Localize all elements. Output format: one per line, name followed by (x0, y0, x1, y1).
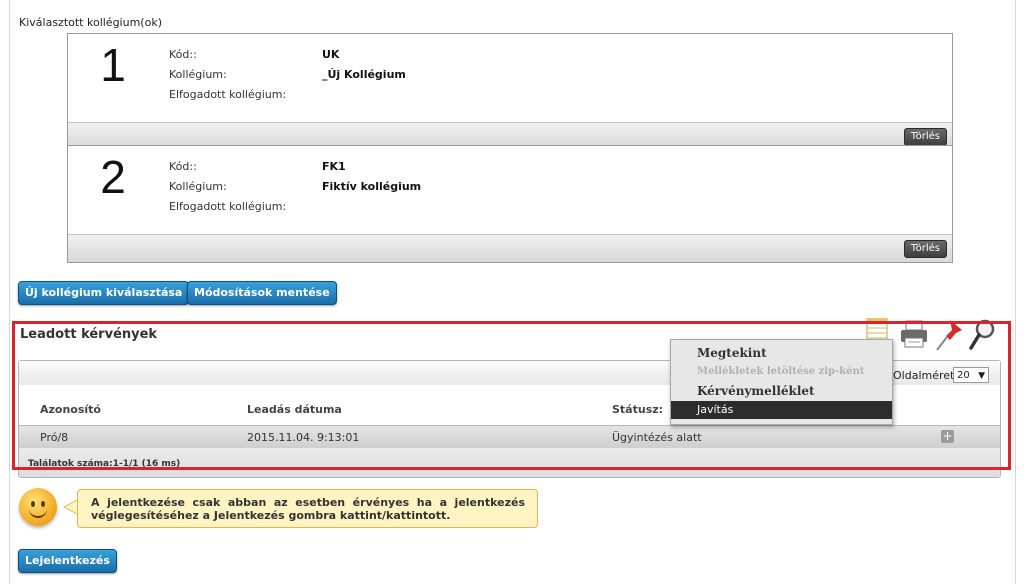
accepted-college-label: Elfogadott kollégium: (169, 200, 287, 213)
college-number: 2 (100, 151, 126, 203)
smiley-icon (19, 488, 57, 526)
context-menu: Megtekint Mellékletek letöltése zip-ként… (670, 339, 893, 425)
selected-colleges-title: Kiválasztott kollégium(ok) (19, 16, 162, 29)
code-label: Kód:: (169, 160, 197, 173)
college-card: 1 Kód:: UK Kollégium: _Új Kollégium Elfo… (67, 33, 953, 151)
code-value: FK1 (322, 160, 346, 173)
college-card-footer: Törlés (68, 234, 952, 262)
college-value: Fiktív kollégium (322, 180, 422, 193)
college-value: _Új Kollégium (322, 68, 406, 81)
submit-application-button[interactable]: Lejelentkezés (18, 549, 117, 573)
menu-item-attachment[interactable]: Kérvénymelléklet (671, 382, 892, 400)
college-label: Kollégium: (169, 68, 227, 81)
code-label: Kód:: (169, 48, 197, 61)
left-frame-border (9, 0, 10, 584)
new-college-button[interactable]: Új kollégium kiválasztása (18, 281, 190, 305)
college-label: Kollégium: (169, 180, 227, 193)
right-frame-border (1015, 0, 1016, 584)
code-value: UK (322, 48, 340, 61)
save-changes-button[interactable]: Módosítások mentése (187, 281, 337, 305)
college-card: 2 Kód:: FK1 Kollégium: Fiktív kollégium … (67, 145, 953, 263)
college-number: 1 (100, 39, 126, 91)
menu-item-download-zip: Mellékletek letöltése zip-ként (697, 366, 865, 377)
delete-button[interactable]: Törlés (903, 128, 947, 146)
notice-bubble: A jelentkezése csak abban az esetben érv… (77, 489, 538, 528)
delete-button[interactable]: Törlés (903, 240, 947, 258)
menu-item-view[interactable]: Megtekint (671, 344, 892, 362)
menu-item-correction[interactable]: Javítás (671, 401, 892, 419)
accepted-college-label: Elfogadott kollégium: (169, 88, 287, 101)
